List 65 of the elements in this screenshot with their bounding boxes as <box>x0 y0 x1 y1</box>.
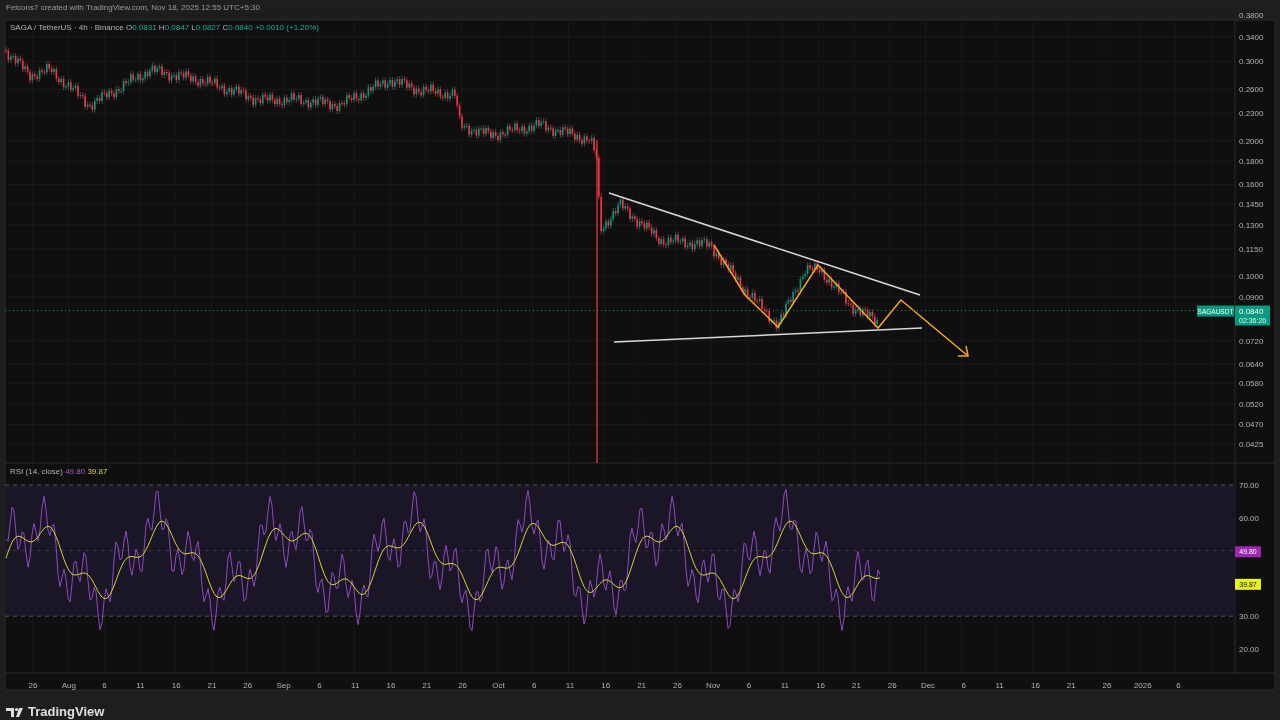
time-axis-label: 6 <box>746 681 752 690</box>
price-axis-label: 0.0425 <box>1239 439 1264 449</box>
time-axis-label: 11 <box>351 681 360 690</box>
time-axis-label: 11 <box>780 681 789 690</box>
rsi-legend: RSI (14, close) 49.80 39.87 <box>10 467 108 476</box>
price-axis-label: 0.0720 <box>1239 336 1264 346</box>
time-axis-label: 16 <box>816 681 826 690</box>
time-axis-label: 21 <box>851 681 861 690</box>
price-axis-label: 0.2600 <box>1239 85 1264 95</box>
time-axis-label: 16 <box>171 681 181 690</box>
price-axis-label: 0.2300 <box>1239 109 1264 119</box>
projection-arrow-drawing[interactable] <box>713 244 969 357</box>
logo-wordmark: TradingView <box>28 704 105 719</box>
time-axis-label: 21 <box>1066 681 1076 690</box>
time-axis-label: Nov <box>706 681 721 690</box>
time-axis-label: 6 <box>961 681 967 690</box>
time-axis-label: 11 <box>995 681 1004 690</box>
time-axis-label: 16 <box>1030 681 1040 690</box>
price-axis-label: 0.0520 <box>1239 400 1264 410</box>
price-axis-label: 0.0900 <box>1239 293 1264 302</box>
time-axis-label: 26 <box>887 681 897 690</box>
price-axis-label: 0.1000 <box>1239 272 1264 282</box>
logo-icon <box>6 707 23 717</box>
rsi-axis-label: 70.00 <box>1239 481 1260 490</box>
time-axis-label: Dec <box>920 681 936 690</box>
price-axis-label: 0.3000 <box>1239 57 1264 67</box>
price-axis-label: 0.1800 <box>1239 157 1264 167</box>
time-axis-label: Sep <box>276 681 291 690</box>
last-price-tag <box>1235 305 1270 326</box>
price-axis-label: 0.1300 <box>1239 221 1264 230</box>
time-axis-label: 11 <box>136 681 145 690</box>
price-axis-label: 0.3800 <box>1239 11 1264 20</box>
time-axis-label: 21 <box>422 681 432 690</box>
author-line: Felcons7 created with TradingView.com, Nov 18, 2025 12:55 UTC+5:30 <box>6 3 260 12</box>
time-axis-label: 16 <box>386 681 396 690</box>
time-axis-label: 26 <box>458 681 468 690</box>
time-axis-label: 2026 <box>1133 681 1152 690</box>
time-axis-label: 11 <box>565 681 575 690</box>
time-axis-label: 21 <box>637 681 647 690</box>
price-axis-label: 0.0470 <box>1239 420 1264 430</box>
time-axis-label: Oct <box>492 681 505 690</box>
price-axis-label: 0.0580 <box>1239 379 1264 389</box>
time-axis-label: 26 <box>243 681 253 690</box>
price-axis-label: 0.2000 <box>1239 136 1264 146</box>
time-axis-label: 26 <box>1102 681 1112 690</box>
last-price: 0.0840 <box>1239 306 1264 316</box>
time-axis-label: 6 <box>317 681 322 690</box>
time-axis-label: 6 <box>1176 681 1181 690</box>
time-axis-label: 21 <box>207 681 217 690</box>
price-axis-label: 0.0640 <box>1239 359 1264 369</box>
chart-legend: SAGA / TetherUS · 4h · Binance O0.0831 H0.0847 L0.0827 C0.0840 +0.0010 (+1.20%) <box>10 23 319 32</box>
time-axis-label: 26 <box>28 681 38 690</box>
time-axis-label: 6 <box>102 681 107 690</box>
price-axis-label: 0.1150 <box>1239 245 1263 255</box>
rsi-axis-label: 20.00 <box>1239 645 1260 654</box>
time-axis-label: 16 <box>601 681 611 690</box>
time-axis-label: Aug <box>61 681 76 690</box>
time-axis-label: 26 <box>672 681 682 690</box>
price-axis-label: 0.1600 <box>1239 180 1264 190</box>
rsi-axis-label: 30.00 <box>1239 612 1260 622</box>
rsi-axis-label: 60.00 <box>1239 513 1260 523</box>
price-axis-label: 0.3400 <box>1239 32 1264 42</box>
time-axis-label: 6 <box>531 681 537 690</box>
trendline-drawing[interactable] <box>608 192 923 343</box>
price-axis-label: 0.1450 <box>1239 199 1264 209</box>
